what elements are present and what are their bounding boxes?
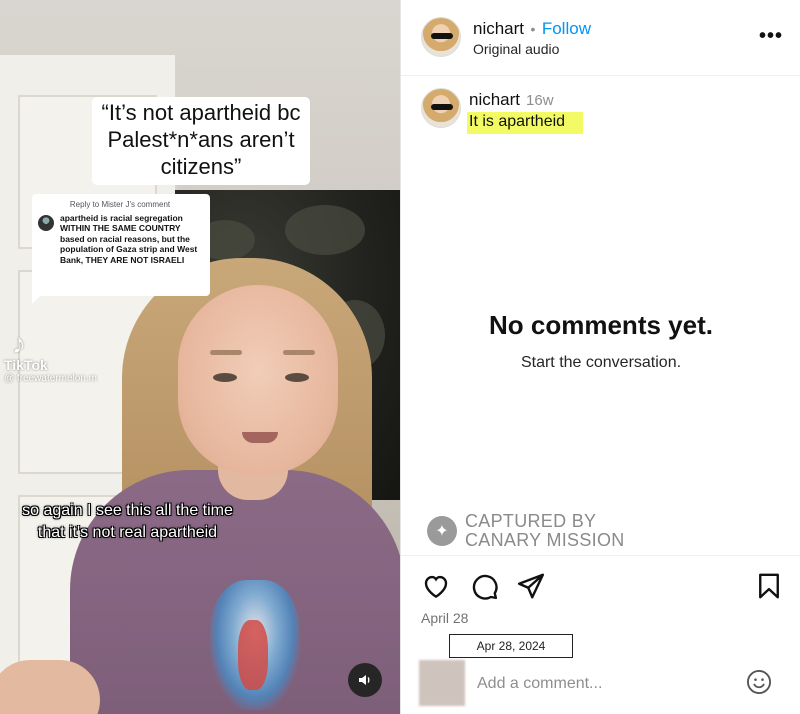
person-face: [178, 285, 338, 475]
watermark-line2: CANARY MISSION: [465, 530, 625, 550]
speaker-icon: [359, 675, 370, 685]
separator-dot: •: [530, 21, 536, 37]
reply-card-text: apartheid is racial segregation WITHIN T…: [60, 212, 198, 265]
empty-state-subtitle: Start the conversation.: [520, 354, 682, 371]
video-subtitle: so again I see this all the time that it…: [22, 502, 233, 541]
comments-panel: nichart • Follow Original audio ••• nich…: [400, 0, 800, 714]
comment-icon[interactable]: [469, 571, 499, 601]
empty-state-title: No comments yet.: [489, 310, 713, 340]
heart-icon[interactable]: [421, 571, 451, 601]
canary-logo-icon: ✦: [427, 516, 457, 546]
audio-label[interactable]: Original audio: [473, 41, 559, 57]
comment-avatar[interactable]: [421, 88, 461, 128]
follow-button[interactable]: Follow: [542, 19, 591, 38]
comment-username[interactable]: nichart: [469, 90, 520, 109]
canary-mission-watermark: ✦ CAPTURED BY CANARY MISSION: [427, 512, 625, 550]
comment-header: nichart 16w: [469, 90, 554, 110]
author-avatar[interactable]: [421, 17, 461, 57]
post-date[interactable]: April 28: [421, 610, 468, 626]
tiktok-watermark: ♪ TikTok @ freewatermelon.m: [4, 330, 97, 385]
watermark-line1: CAPTURED BY: [465, 511, 597, 531]
tiktok-logo-icon: ♪: [12, 328, 26, 359]
post-header: nichart • Follow Original audio •••: [401, 0, 800, 76]
more-options-button[interactable]: •••: [759, 26, 783, 46]
person-hand: [0, 660, 100, 714]
share-icon[interactable]: [516, 571, 546, 601]
sound-toggle-button[interactable]: [348, 663, 382, 697]
add-comment-input[interactable]: [475, 670, 739, 698]
reply-card-header: Reply to Mister J's comment: [69, 200, 171, 209]
video-player[interactable]: “It’s not apartheid bc Palest*n*ans aren…: [0, 0, 400, 714]
actions-divider: [401, 555, 800, 557]
author-username[interactable]: nichart: [473, 19, 524, 38]
date-tooltip: Apr 28, 2024: [449, 634, 573, 658]
bookmark-icon[interactable]: [754, 571, 784, 601]
comment-text: It is apartheid: [467, 112, 584, 134]
reply-avatar: [38, 214, 54, 231]
smiley-icon[interactable]: [745, 668, 773, 696]
comment-age: 16w: [526, 92, 554, 109]
add-comment-row: [401, 658, 800, 714]
video-caption-overlay: “It’s not apartheid bc Palest*n*ans aren…: [92, 97, 310, 185]
tiktok-handle: @ freewatermelon.m: [4, 373, 97, 384]
tiktok-reply-card: Reply to Mister J's comment apartheid is…: [32, 194, 210, 296]
tiktok-brand: TikTok: [4, 357, 48, 373]
current-user-avatar: [419, 660, 465, 706]
